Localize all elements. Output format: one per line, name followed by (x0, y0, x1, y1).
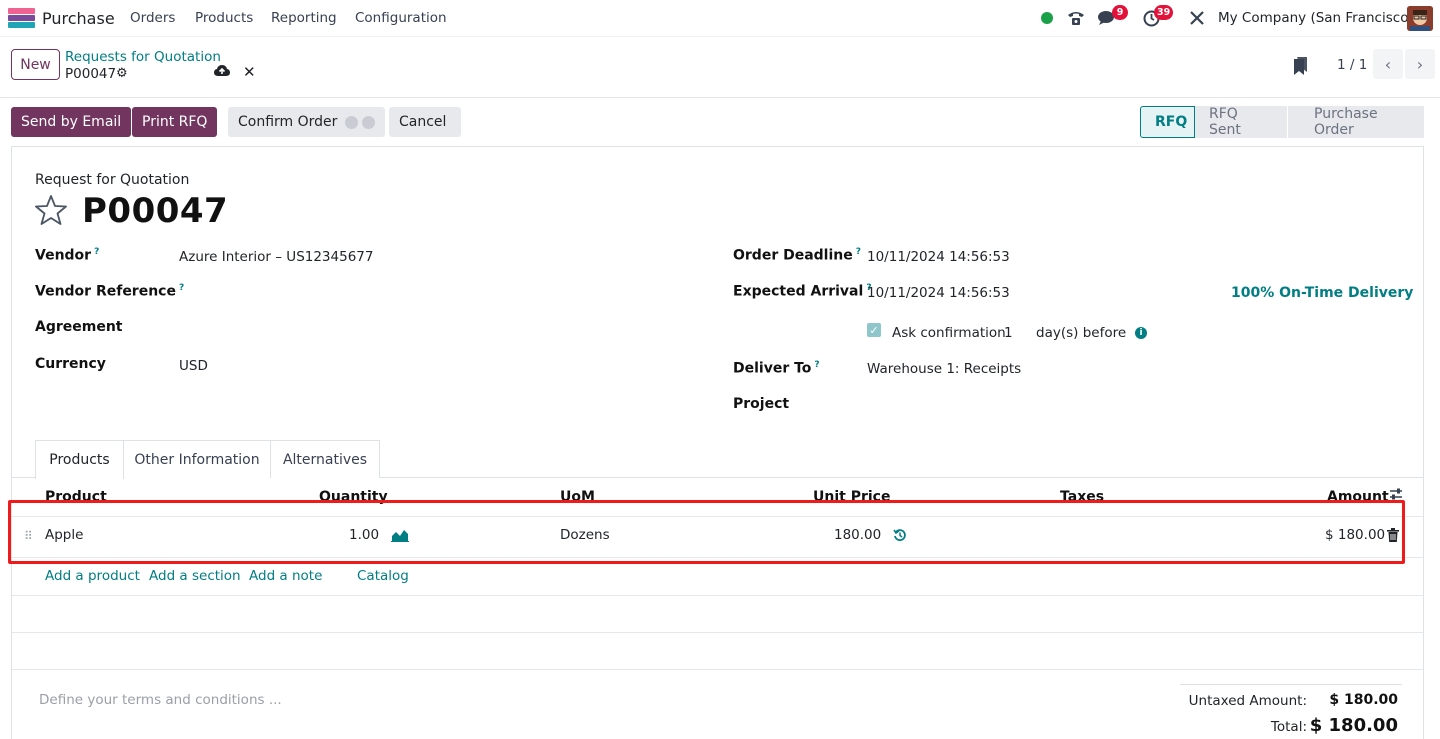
form-subtitle: Request for Quotation (35, 172, 190, 188)
order-deadline-label: Order Deadline? (733, 247, 861, 264)
ask-confirmation-days-field[interactable]: 1 (1004, 325, 1013, 341)
purchase-app-icon[interactable] (8, 8, 35, 28)
user-placeholder-icon (345, 115, 359, 129)
menu-products[interactable]: Products (195, 10, 253, 26)
untaxed-amount-value: $ 180.00 (1329, 692, 1398, 708)
table-empty-line (12, 632, 1423, 633)
presence-status-icon (1037, 8, 1057, 28)
vendor-reference-label: Vendor Reference? (35, 283, 185, 300)
confirm-order-label: Confirm Order (238, 114, 338, 130)
gear-icon[interactable]: ⚙ (116, 66, 128, 81)
deliver-to-field[interactable]: Warehouse 1: Receipts (867, 361, 1021, 377)
stage-purchase-order[interactable]: Purchase Order (1287, 106, 1424, 138)
on-time-delivery-stat[interactable]: 100% On-Time Delivery (1231, 285, 1413, 301)
vendor-label: Vendor? (35, 247, 100, 264)
company-switcher[interactable]: My Company (San Francisco) (1218, 10, 1414, 26)
totals-divider (1180, 684, 1402, 685)
menu-configuration[interactable]: Configuration (355, 10, 447, 26)
tab-other-information[interactable]: Other Information (124, 440, 271, 478)
new-button[interactable]: New (11, 49, 60, 80)
phone-icon[interactable] (1066, 8, 1086, 28)
status-bar: RFQ RFQ Sent Purchase Order (1140, 106, 1424, 138)
add-note-link[interactable]: Add a note (249, 568, 322, 584)
expected-arrival-field[interactable]: 10/11/2024 14:56:53 (867, 285, 1010, 301)
tab-products[interactable]: Products (35, 440, 124, 479)
star-icon[interactable] (35, 194, 67, 226)
total-value: $ 180.00 (1309, 715, 1398, 736)
discard-icon[interactable]: ✕ (243, 63, 256, 81)
total-label: Total: (1270, 719, 1307, 735)
breadcrumb-parent[interactable]: Requests for Quotation (65, 49, 221, 65)
info-icon[interactable]: i (1135, 327, 1147, 339)
catalog-link[interactable]: Catalog (357, 568, 409, 584)
table-empty-line (12, 595, 1423, 596)
pager-value[interactable]: 1 / 1 (1337, 57, 1367, 73)
print-rfq-button[interactable]: Print RFQ (132, 107, 218, 137)
terms-and-conditions-field[interactable]: Define your terms and conditions ... (39, 692, 282, 708)
project-label: Project (733, 396, 790, 412)
pager-previous-button[interactable]: ‹ (1373, 49, 1403, 79)
days-before-label: day(s) before (1036, 325, 1127, 341)
breadcrumb-current: P00047 (65, 66, 117, 82)
help-icon[interactable]: ? (179, 283, 184, 293)
currency-field[interactable]: USD (179, 358, 208, 374)
help-icon[interactable]: ? (856, 247, 861, 257)
app-name[interactable]: Purchase (42, 9, 115, 28)
highlight-box (8, 500, 1405, 564)
menu-orders[interactable]: Orders (130, 10, 175, 26)
bookmark-icon[interactable] (1294, 57, 1308, 75)
cancel-button[interactable]: Cancel (389, 107, 461, 137)
help-icon[interactable]: ? (94, 247, 99, 257)
confirm-order-button[interactable]: Confirm Order (228, 107, 386, 137)
stage-rfq[interactable]: RFQ (1140, 106, 1195, 138)
order-deadline-field[interactable]: 10/11/2024 14:56:53 (867, 249, 1010, 265)
currency-label: Currency (35, 356, 106, 372)
debug-tools-icon[interactable] (1187, 8, 1207, 28)
user-placeholder-icon (362, 115, 376, 129)
top-navbar: Purchase Orders Products Reporting Confi… (0, 0, 1440, 37)
record-title: P00047 (82, 191, 229, 231)
expected-arrival-label: Expected Arrival? (733, 283, 872, 300)
send-by-email-button[interactable]: Send by Email (11, 107, 132, 137)
ask-confirmation-label: Ask confirmation (892, 325, 1006, 341)
ask-confirmation-checkbox[interactable]: ✓ (867, 323, 881, 337)
untaxed-amount-label: Untaxed Amount: (1188, 693, 1307, 709)
stage-rfq-sent[interactable]: RFQ Sent (1195, 106, 1287, 138)
vendor-field[interactable]: Azure Interior – US12345677 (179, 249, 373, 265)
help-icon[interactable]: ? (814, 360, 819, 370)
add-section-link[interactable]: Add a section (149, 568, 241, 584)
chat-badge: 9 (1112, 5, 1128, 20)
deliver-to-label: Deliver To? (733, 360, 820, 377)
control-panel-divider (0, 97, 1440, 98)
pager-next-button[interactable]: › (1405, 49, 1435, 79)
save-cloud-icon[interactable] (214, 64, 230, 80)
activity-badge: 39 (1154, 5, 1174, 20)
tab-alternatives[interactable]: Alternatives (271, 440, 380, 478)
agreement-label: Agreement (35, 319, 123, 335)
table-empty-line (12, 669, 1423, 670)
menu-reporting[interactable]: Reporting (271, 10, 337, 26)
add-product-link[interactable]: Add a product (45, 568, 140, 584)
user-avatar[interactable] (1407, 6, 1433, 31)
